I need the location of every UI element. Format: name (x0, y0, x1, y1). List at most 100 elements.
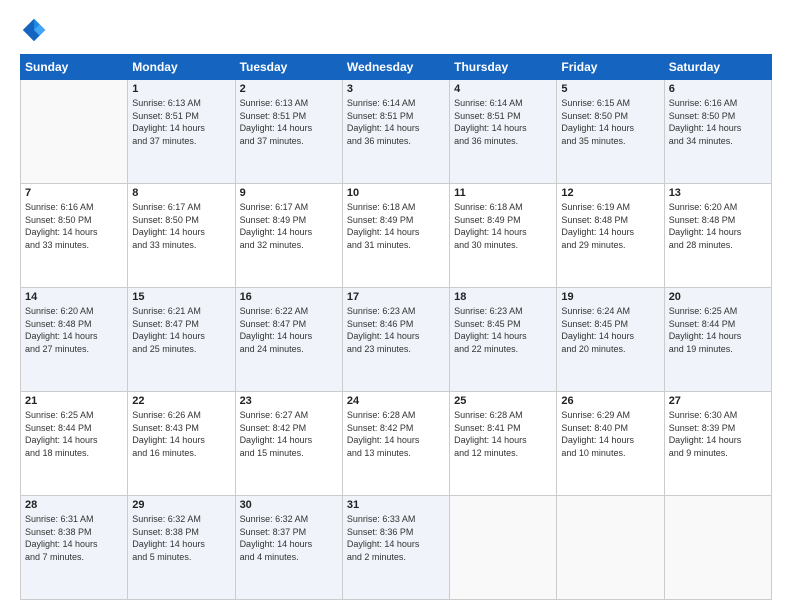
day-number: 26 (561, 395, 659, 407)
day-cell-15: 15 Sunrise: 6:21 AM Sunset: 8:47 PM Dayli… (128, 288, 235, 392)
day-number: 17 (347, 291, 445, 303)
day-number: 24 (347, 395, 445, 407)
day-cell-26: 26 Sunrise: 6:29 AM Sunset: 8:40 PM Dayli… (557, 392, 664, 496)
day-number: 25 (454, 395, 552, 407)
day-info: Sunrise: 6:21 AM Sunset: 8:47 PM Dayligh… (132, 305, 230, 355)
day-info: Sunrise: 6:22 AM Sunset: 8:47 PM Dayligh… (240, 305, 338, 355)
day-cell-28: 28 Sunrise: 6:31 AM Sunset: 8:38 PM Dayli… (21, 496, 128, 600)
day-number: 5 (561, 83, 659, 95)
day-cell-25: 25 Sunrise: 6:28 AM Sunset: 8:41 PM Dayli… (450, 392, 557, 496)
day-number: 14 (25, 291, 123, 303)
day-info: Sunrise: 6:23 AM Sunset: 8:46 PM Dayligh… (347, 305, 445, 355)
day-cell-29: 29 Sunrise: 6:32 AM Sunset: 8:38 PM Dayli… (128, 496, 235, 600)
logo-icon (20, 16, 48, 44)
week-row-5: 28 Sunrise: 6:31 AM Sunset: 8:38 PM Dayli… (21, 496, 772, 600)
day-cell-9: 9 Sunrise: 6:17 AM Sunset: 8:49 PM Daylig… (235, 184, 342, 288)
day-cell-22: 22 Sunrise: 6:26 AM Sunset: 8:43 PM Dayli… (128, 392, 235, 496)
day-cell-1: 1Sunrise: 6:13 AM Sunset: 8:51 PM Daylig… (128, 80, 235, 184)
weekday-tuesday: Tuesday (235, 55, 342, 80)
day-number: 13 (669, 187, 767, 199)
day-info: Sunrise: 6:18 AM Sunset: 8:49 PM Dayligh… (454, 201, 552, 251)
day-info: Sunrise: 6:20 AM Sunset: 8:48 PM Dayligh… (669, 201, 767, 251)
day-number: 12 (561, 187, 659, 199)
day-number: 18 (454, 291, 552, 303)
day-info: Sunrise: 6:31 AM Sunset: 8:38 PM Dayligh… (25, 513, 123, 563)
empty-cell (664, 496, 771, 600)
day-cell-18: 18 Sunrise: 6:23 AM Sunset: 8:45 PM Dayli… (450, 288, 557, 392)
day-cell-24: 24 Sunrise: 6:28 AM Sunset: 8:42 PM Dayli… (342, 392, 449, 496)
day-info: Sunrise: 6:14 AM Sunset: 8:51 PM Dayligh… (454, 97, 552, 147)
day-number: 10 (347, 187, 445, 199)
day-cell-20: 20 Sunrise: 6:25 AM Sunset: 8:44 PM Dayli… (664, 288, 771, 392)
day-cell-17: 17 Sunrise: 6:23 AM Sunset: 8:46 PM Dayli… (342, 288, 449, 392)
day-number: 16 (240, 291, 338, 303)
day-info: Sunrise: 6:25 AM Sunset: 8:44 PM Dayligh… (25, 409, 123, 459)
day-info: Sunrise: 6:32 AM Sunset: 8:37 PM Dayligh… (240, 513, 338, 563)
day-info: Sunrise: 6:17 AM Sunset: 8:50 PM Dayligh… (132, 201, 230, 251)
weekday-monday: Monday (128, 55, 235, 80)
day-number: 3 (347, 83, 445, 95)
weekday-saturday: Saturday (664, 55, 771, 80)
weekday-wednesday: Wednesday (342, 55, 449, 80)
day-number: 22 (132, 395, 230, 407)
day-number: 9 (240, 187, 338, 199)
day-info: Sunrise: 6:27 AM Sunset: 8:42 PM Dayligh… (240, 409, 338, 459)
day-number: 19 (561, 291, 659, 303)
day-info: Sunrise: 6:33 AM Sunset: 8:36 PM Dayligh… (347, 513, 445, 563)
day-number: 28 (25, 499, 123, 511)
day-info: Sunrise: 6:30 AM Sunset: 8:39 PM Dayligh… (669, 409, 767, 459)
day-cell-23: 23 Sunrise: 6:27 AM Sunset: 8:42 PM Dayli… (235, 392, 342, 496)
day-number: 20 (669, 291, 767, 303)
day-number: 4 (454, 83, 552, 95)
day-number: 2 (240, 83, 338, 95)
day-info: Sunrise: 6:17 AM Sunset: 8:49 PM Dayligh… (240, 201, 338, 251)
day-info: Sunrise: 6:13 AM Sunset: 8:51 PM Dayligh… (132, 97, 230, 147)
weekday-thursday: Thursday (450, 55, 557, 80)
day-info: Sunrise: 6:32 AM Sunset: 8:38 PM Dayligh… (132, 513, 230, 563)
day-cell-30: 30Sunrise: 6:32 AM Sunset: 8:37 PM Dayli… (235, 496, 342, 600)
day-cell-5: 5 Sunrise: 6:15 AM Sunset: 8:50 PM Daylig… (557, 80, 664, 184)
weekday-header-row: SundayMondayTuesdayWednesdayThursdayFrid… (21, 55, 772, 80)
day-info: Sunrise: 6:23 AM Sunset: 8:45 PM Dayligh… (454, 305, 552, 355)
day-number: 23 (240, 395, 338, 407)
day-info: Sunrise: 6:16 AM Sunset: 8:50 PM Dayligh… (25, 201, 123, 251)
day-info: Sunrise: 6:20 AM Sunset: 8:48 PM Dayligh… (25, 305, 123, 355)
empty-cell (450, 496, 557, 600)
day-cell-11: 11Sunrise: 6:18 AM Sunset: 8:49 PM Dayli… (450, 184, 557, 288)
empty-cell (21, 80, 128, 184)
day-number: 15 (132, 291, 230, 303)
week-row-4: 21 Sunrise: 6:25 AM Sunset: 8:44 PM Dayli… (21, 392, 772, 496)
day-info: Sunrise: 6:13 AM Sunset: 8:51 PM Dayligh… (240, 97, 338, 147)
empty-cell (557, 496, 664, 600)
day-info: Sunrise: 6:25 AM Sunset: 8:44 PM Dayligh… (669, 305, 767, 355)
day-number: 31 (347, 499, 445, 511)
day-cell-14: 14 Sunrise: 6:20 AM Sunset: 8:48 PM Dayli… (21, 288, 128, 392)
weekday-friday: Friday (557, 55, 664, 80)
day-number: 8 (132, 187, 230, 199)
day-info: Sunrise: 6:24 AM Sunset: 8:45 PM Dayligh… (561, 305, 659, 355)
day-cell-8: 8 Sunrise: 6:17 AM Sunset: 8:50 PM Daylig… (128, 184, 235, 288)
day-cell-10: 10 Sunrise: 6:18 AM Sunset: 8:49 PM Dayli… (342, 184, 449, 288)
day-info: Sunrise: 6:14 AM Sunset: 8:51 PM Dayligh… (347, 97, 445, 147)
day-cell-27: 27 Sunrise: 6:30 AM Sunset: 8:39 PM Dayli… (664, 392, 771, 496)
week-row-2: 7 Sunrise: 6:16 AM Sunset: 8:50 PM Daylig… (21, 184, 772, 288)
day-number: 7 (25, 187, 123, 199)
day-cell-3: 3 Sunrise: 6:14 AM Sunset: 8:51 PM Daylig… (342, 80, 449, 184)
day-number: 21 (25, 395, 123, 407)
calendar: SundayMondayTuesdayWednesdayThursdayFrid… (20, 54, 772, 600)
page: SundayMondayTuesdayWednesdayThursdayFrid… (0, 0, 792, 612)
day-number: 27 (669, 395, 767, 407)
week-row-3: 14 Sunrise: 6:20 AM Sunset: 8:48 PM Dayli… (21, 288, 772, 392)
day-info: Sunrise: 6:28 AM Sunset: 8:42 PM Dayligh… (347, 409, 445, 459)
day-cell-13: 13 Sunrise: 6:20 AM Sunset: 8:48 PM Dayli… (664, 184, 771, 288)
day-info: Sunrise: 6:18 AM Sunset: 8:49 PM Dayligh… (347, 201, 445, 251)
logo (20, 16, 50, 44)
day-cell-2: 2 Sunrise: 6:13 AM Sunset: 8:51 PM Daylig… (235, 80, 342, 184)
day-number: 29 (132, 499, 230, 511)
day-info: Sunrise: 6:26 AM Sunset: 8:43 PM Dayligh… (132, 409, 230, 459)
day-info: Sunrise: 6:29 AM Sunset: 8:40 PM Dayligh… (561, 409, 659, 459)
day-info: Sunrise: 6:15 AM Sunset: 8:50 PM Dayligh… (561, 97, 659, 147)
day-cell-19: 19 Sunrise: 6:24 AM Sunset: 8:45 PM Dayli… (557, 288, 664, 392)
day-cell-31: 31 Sunrise: 6:33 AM Sunset: 8:36 PM Dayli… (342, 496, 449, 600)
day-info: Sunrise: 6:28 AM Sunset: 8:41 PM Dayligh… (454, 409, 552, 459)
